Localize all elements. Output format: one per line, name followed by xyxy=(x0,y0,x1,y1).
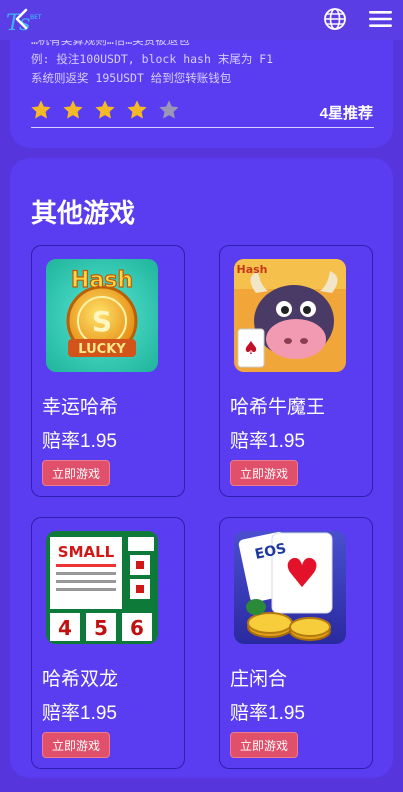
svg-text:Hash: Hash xyxy=(236,263,267,276)
double-dragon-image: SMALL 4 5 6 xyxy=(46,531,158,644)
rating-stars xyxy=(30,99,180,121)
app-header: Ts BET xyxy=(0,0,403,40)
star-filled-icon xyxy=(95,100,115,119)
game-thumbnail[interactable]: S Hash LUCKY xyxy=(46,259,158,372)
hamburger-menu-icon[interactable] xyxy=(369,10,392,28)
game-card-lucky-hash[interactable]: S Hash LUCKY 幸运哈希 赔率1.95 立即游戏 xyxy=(31,245,185,497)
svg-text:5: 5 xyxy=(94,616,108,640)
game-thumbnail[interactable]: ♠ Hash xyxy=(234,259,346,372)
star-empty-icon xyxy=(159,100,179,119)
divider xyxy=(31,127,374,128)
svg-text:♥: ♥ xyxy=(284,551,320,597)
game-name: 庄闲合 xyxy=(230,669,288,690)
game-odds: 赔率1.95 xyxy=(42,431,117,452)
bull-king-image: ♠ Hash xyxy=(234,259,346,372)
svg-text:♠: ♠ xyxy=(243,338,259,359)
rule-line-3: 系统则返奖 195USDT 给到您转账钱包 xyxy=(31,71,232,85)
rule-line-2: 例: 投注100USDT, block hash 末尾为 F1 xyxy=(31,52,274,66)
lucky-hash-image: S Hash LUCKY xyxy=(46,259,158,372)
game-name: 幸运哈希 xyxy=(42,397,119,418)
star-filled-icon xyxy=(31,100,51,119)
game-card-hash-double-dragon[interactable]: SMALL 4 5 6 哈希双龙 赔率1.95 立即游戏 xyxy=(31,517,185,769)
star-filled-icon xyxy=(63,100,83,119)
play-now-button[interactable]: 立即游戏 xyxy=(230,460,298,486)
section-title: 其他游戏 xyxy=(31,198,136,228)
play-now-button[interactable]: 立即游戏 xyxy=(230,732,298,758)
game-thumbnail[interactable]: SMALL 4 5 6 xyxy=(46,531,158,644)
game-card-hash-bull-king[interactable]: ♠ Hash 哈希牛魔王 赔率1.95 立即游戏 xyxy=(219,245,373,497)
globe-icon[interactable] xyxy=(323,7,347,31)
svg-text:SMALL: SMALL xyxy=(58,543,115,561)
game-odds: 赔率1.95 xyxy=(42,703,117,724)
game-thumbnail[interactable]: ♥ EOS xyxy=(234,531,346,644)
svg-text:4: 4 xyxy=(58,616,72,640)
svg-text:Hash: Hash xyxy=(71,268,133,293)
svg-text:6: 6 xyxy=(130,616,144,640)
play-now-button[interactable]: 立即游戏 xyxy=(42,732,110,758)
banker-player-image: ♥ EOS xyxy=(234,531,346,644)
game-odds: 赔率1.95 xyxy=(230,431,305,452)
play-now-button[interactable]: 立即游戏 xyxy=(42,460,110,486)
rating-label: 4星推荐 xyxy=(319,105,373,122)
game-odds: 赔率1.95 xyxy=(230,703,305,724)
svg-text:S: S xyxy=(92,305,112,338)
chevron-left-icon[interactable] xyxy=(12,8,32,30)
star-filled-icon xyxy=(127,100,147,119)
game-name: 哈希双龙 xyxy=(42,669,119,690)
game-name: 哈希牛魔王 xyxy=(230,397,326,418)
game-card-banker-player-tie[interactable]: ♥ EOS 庄闲合 赔率1.95 立即游戏 xyxy=(219,517,373,769)
svg-text:LUCKY: LUCKY xyxy=(78,342,126,357)
